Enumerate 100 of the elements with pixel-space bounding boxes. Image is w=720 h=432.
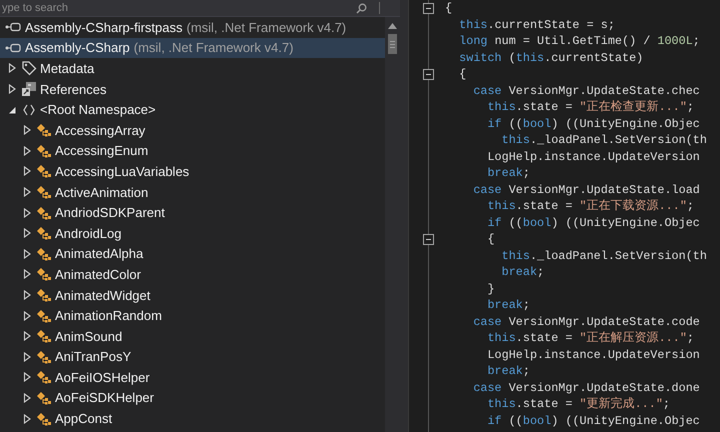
expand-arrow-icon[interactable] (23, 372, 32, 382)
tree-item[interactable]: AniTranPosY (0, 346, 385, 368)
tree-item[interactable]: Assembly-CSharp (msil, .Net Framework v4.7) (0, 38, 385, 58)
code-line: this._loadPanel.SetVersion(th (500, 248, 707, 264)
tree-label: AppConst (55, 411, 112, 426)
tree-label: AndriodSDKParent (55, 205, 165, 220)
expand-arrow-icon[interactable] (23, 392, 32, 403)
expand-arrow-icon[interactable] (23, 166, 32, 176)
code-line: LogHelp.instance.UpdateVersion (486, 346, 700, 363)
code-line: { (445, 0, 452, 16)
tree-item[interactable]: AnimatedColor (0, 264, 385, 285)
tree-item[interactable]: References (0, 78, 385, 100)
tree-item[interactable]: AnimationRandom (0, 305, 385, 326)
expand-arrow-icon[interactable] (23, 269, 32, 280)
search-icon (356, 2, 367, 14)
code-line: this.state = "正在解压资源..."; (486, 330, 694, 346)
expand-arrow-icon[interactable] (23, 125, 32, 136)
code-line: break; (486, 363, 530, 380)
tree-item[interactable]: ActiveAnimation (0, 182, 385, 202)
code-line: break; (500, 264, 544, 280)
tree-label: AccessingEnum (55, 143, 148, 158)
tree-item[interactable]: AppConst (0, 408, 385, 429)
assembly-name: Assembly-CSharp (25, 40, 130, 56)
tree-item[interactable]: AndroidLog (0, 222, 385, 244)
class-icon (36, 204, 52, 221)
code-line: case VersionMgr.UpdateState.code (472, 314, 700, 330)
code-line: this.state = "正在下载资源..."; (486, 198, 694, 214)
references-icon (21, 81, 37, 98)
code-line: if ((bool) ((UnityEngine.Objec (486, 412, 700, 429)
tree-label: AoFeiSDKHelper (55, 390, 154, 406)
code-line: case VersionMgr.UpdateState.done (472, 380, 700, 396)
code-line: break; (486, 297, 530, 314)
expand-arrow-icon[interactable] (23, 414, 32, 424)
class-icon (36, 410, 52, 427)
code-line: this.state = "更新完成..."; (486, 396, 670, 412)
code-line: LogHelp.instance.UpdateVersion (486, 148, 700, 165)
tree-label: References (40, 82, 106, 97)
expand-arrow-icon[interactable] (8, 63, 17, 74)
class-icon (36, 348, 52, 365)
code-line: switch (this.currentState) (458, 50, 644, 66)
code-line: { (486, 231, 495, 248)
fold-toggle-icon[interactable] (423, 68, 434, 80)
expand-arrow-icon[interactable] (23, 187, 32, 198)
class-icon (36, 287, 52, 304)
scrollbar[interactable] (385, 17, 400, 432)
tree-label: Metadata (40, 60, 94, 76)
code-line: long num = Util.GetTime() / 1000L; (458, 33, 700, 50)
tree-item[interactable]: AccessingArray (0, 120, 385, 141)
tree-item[interactable]: AndriodSDKParent (0, 202, 385, 223)
code-line: if ((bool) ((UnityEngine.Objec (486, 116, 700, 132)
class-icon (36, 266, 52, 282)
tree-label: AoFeiIOSHelper (55, 370, 150, 385)
code-line: this.currentState = s; (458, 16, 615, 33)
tree-item[interactable]: Assembly-CSharp-firstpass (msil, .Net Framework v4.7) (0, 17, 385, 38)
tree-item[interactable]: AnimatedWidget (0, 284, 385, 306)
search-bar[interactable]: ype to search (0, 0, 400, 17)
tag-icon (21, 60, 37, 76)
fold-toggle-icon[interactable] (423, 2, 434, 14)
class-icon (36, 122, 52, 138)
assembly-name: Assembly-CSharp-firstpass (25, 20, 182, 35)
class-icon (36, 246, 52, 262)
tree-item[interactable]: AnimatedAlpha (0, 244, 385, 264)
class-icon (36, 369, 52, 386)
expand-arrow-icon[interactable] (23, 310, 32, 321)
expand-arrow-icon[interactable] (8, 84, 17, 94)
tree-item[interactable]: <Root Namespace> (0, 99, 385, 120)
tree-label: AccessingArray (55, 122, 146, 138)
class-icon (36, 184, 52, 200)
expand-arrow-icon[interactable] (23, 248, 32, 259)
expand-arrow-icon[interactable] (23, 208, 32, 218)
expand-arrow-icon[interactable] (8, 104, 17, 115)
class-icon (36, 328, 52, 344)
code-line: this.state = "正在检查更新..."; (486, 99, 694, 116)
code-line: case VersionMgr.UpdateState.load (472, 182, 700, 198)
code-line: } (486, 280, 495, 297)
assembly-icon (5, 42, 21, 53)
tree-item[interactable]: AoFeiSDKHelper (0, 388, 385, 408)
expand-arrow-icon[interactable] (23, 352, 32, 362)
expand-arrow-icon[interactable] (23, 331, 32, 342)
expand-arrow-icon[interactable] (23, 228, 32, 238)
tree-item[interactable]: Metadata (0, 58, 385, 79)
assembly-detail: (msil, .Net Framework v4.7) (186, 20, 346, 35)
expand-arrow-icon[interactable] (23, 146, 32, 156)
tree-item[interactable]: AoFeiIOSHelper (0, 367, 385, 388)
scroll-up-icon[interactable] (388, 23, 397, 29)
expand-arrow-icon[interactable] (23, 290, 32, 300)
code-line: case VersionMgr.UpdateState.chec (472, 82, 700, 99)
tree-item[interactable]: AccessingEnum (0, 140, 385, 162)
search-field[interactable]: ype to search (0, 1, 356, 15)
tree-label: AnimatedWidget (55, 288, 150, 303)
tree-label: AndroidLog (55, 226, 122, 241)
scrollbar-thumb[interactable] (388, 34, 397, 54)
tree-item[interactable]: AccessingLuaVariables (0, 161, 385, 182)
class-icon (36, 390, 52, 406)
tree-label: AnimationRandom (55, 308, 162, 324)
tree-label: <Root Namespace> (40, 102, 156, 118)
fold-toggle-icon[interactable] (423, 234, 434, 244)
assembly-detail: (msil, .Net Framework v4.7) (134, 40, 294, 56)
tree-item[interactable]: AnimSound (0, 326, 385, 346)
tree-label: AnimatedColor (55, 266, 141, 282)
